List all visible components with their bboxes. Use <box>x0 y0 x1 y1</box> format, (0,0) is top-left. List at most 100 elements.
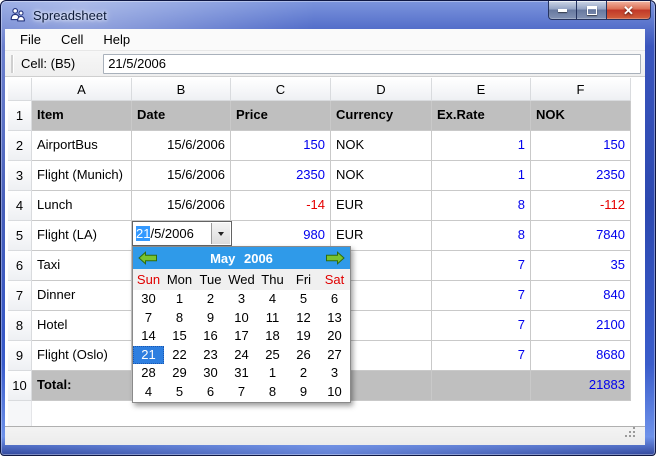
calendar-day[interactable]: 7 <box>133 309 164 328</box>
calendar-day[interactable]: 21 <box>133 345 164 364</box>
row-header-2[interactable]: 2 <box>8 131 32 161</box>
cell-E7[interactable]: 7 <box>432 281 531 311</box>
cell-A9[interactable]: Flight (Oslo) <box>32 341 132 371</box>
date-dropdown-button[interactable] <box>211 223 230 244</box>
calendar-day[interactable]: 30 <box>195 364 226 383</box>
menu-help[interactable]: Help <box>93 30 140 49</box>
calendar-day[interactable]: 1 <box>257 364 288 383</box>
calendar-day[interactable]: 17 <box>226 327 257 346</box>
calendar-day[interactable]: 11 <box>257 309 288 328</box>
calendar-day[interactable]: 1 <box>164 290 195 309</box>
cell-A4[interactable]: Lunch <box>32 191 132 221</box>
calendar-day[interactable]: 24 <box>226 346 257 365</box>
cell-F6[interactable]: 35 <box>531 251 631 281</box>
calendar-day[interactable]: 9 <box>195 309 226 328</box>
cell-F7[interactable]: 840 <box>531 281 631 311</box>
cell-F3[interactable]: 2350 <box>531 161 631 191</box>
cell-F9[interactable]: 8680 <box>531 341 631 371</box>
cell-C2[interactable]: 150 <box>231 131 331 161</box>
cell-C3[interactable]: 2350 <box>231 161 331 191</box>
prev-month-button[interactable] <box>138 250 158 265</box>
close-button[interactable]: ✕ <box>606 1 651 20</box>
calendar-day[interactable]: 18 <box>257 327 288 346</box>
maximize-button[interactable] <box>577 1 606 20</box>
cell-E9[interactable]: 7 <box>432 341 531 371</box>
cell-B4[interactable]: 15/6/2006 <box>132 191 231 221</box>
calendar-day[interactable]: 22 <box>164 346 195 365</box>
calendar-day[interactable]: 6 <box>195 383 226 402</box>
cell-B2[interactable]: 15/6/2006 <box>132 131 231 161</box>
calendar-day[interactable]: 3 <box>226 290 257 309</box>
column-header-C[interactable]: C <box>231 78 331 101</box>
calendar-day[interactable]: 20 <box>319 327 350 346</box>
cell-A10[interactable]: Total: <box>32 371 132 401</box>
calendar-day[interactable]: 9 <box>288 383 319 402</box>
cell-C4[interactable]: -14 <box>231 191 331 221</box>
cell-B1[interactable]: Date <box>132 101 231 131</box>
cell-D4[interactable]: EUR <box>331 191 432 221</box>
column-header-F[interactable]: F <box>531 78 631 101</box>
calendar-day[interactable]: 23 <box>195 346 226 365</box>
cell-A2[interactable]: AirportBus <box>32 131 132 161</box>
calendar-day[interactable]: 29 <box>164 364 195 383</box>
row-header-10[interactable]: 10 <box>8 371 32 401</box>
calendar-day[interactable]: 15 <box>164 327 195 346</box>
toolbar-handle[interactable] <box>11 54 13 73</box>
cell-E1[interactable]: Ex.Rate <box>432 101 531 131</box>
row-header-1[interactable]: 1 <box>8 101 32 131</box>
titlebar[interactable]: Spreadsheet ✕ <box>1 1 655 29</box>
calendar-day[interactable]: 3 <box>319 364 350 383</box>
cell-A7[interactable]: Dinner <box>32 281 132 311</box>
row-header-7[interactable]: 7 <box>8 281 32 311</box>
row-header-5[interactable]: 5 <box>8 221 32 251</box>
row-header-9[interactable]: 9 <box>8 341 32 371</box>
cell-D2[interactable]: NOK <box>331 131 432 161</box>
menu-file[interactable]: File <box>10 30 51 49</box>
cell-C1[interactable]: Price <box>231 101 331 131</box>
cell-F4[interactable]: -112 <box>531 191 631 221</box>
calendar-day[interactable]: 7 <box>226 383 257 402</box>
cell-F8[interactable]: 2100 <box>531 311 631 341</box>
resize-grip[interactable] <box>631 432 641 442</box>
calendar-day[interactable]: 25 <box>257 346 288 365</box>
cell-A5[interactable]: Flight (LA) <box>32 221 132 251</box>
calendar-day[interactable]: 12 <box>288 309 319 328</box>
calendar-day[interactable]: 8 <box>257 383 288 402</box>
calendar-day[interactable]: 30 <box>133 290 164 309</box>
menu-cell[interactable]: Cell <box>51 30 93 49</box>
column-header-E[interactable]: E <box>432 78 531 101</box>
cell-A6[interactable]: Taxi <box>32 251 132 281</box>
date-editor[interactable]: 21/5/2006 <box>132 221 232 246</box>
cell-E8[interactable]: 7 <box>432 311 531 341</box>
calendar-day[interactable]: 10 <box>319 383 350 402</box>
cell-E2[interactable]: 1 <box>432 131 531 161</box>
minimize-button[interactable] <box>548 1 577 20</box>
calendar-day[interactable]: 2 <box>195 290 226 309</box>
cell-A3[interactable]: Flight (Munich) <box>32 161 132 191</box>
cell-F5[interactable]: 7840 <box>531 221 631 251</box>
row-header-6[interactable]: 6 <box>8 251 32 281</box>
column-header-D[interactable]: D <box>331 78 432 101</box>
calendar-day[interactable]: 13 <box>319 309 350 328</box>
calendar-day[interactable]: 16 <box>195 327 226 346</box>
calendar-day[interactable]: 5 <box>288 290 319 309</box>
column-header-B[interactable]: B <box>132 78 231 101</box>
calendar-day[interactable]: 31 <box>226 364 257 383</box>
calendar-day[interactable]: 10 <box>226 309 257 328</box>
calendar-day[interactable]: 4 <box>133 383 164 402</box>
row-header-3[interactable]: 3 <box>8 161 32 191</box>
cell-D1[interactable]: Currency <box>331 101 432 131</box>
calendar-day[interactable]: 2 <box>288 364 319 383</box>
cell-F1[interactable]: NOK <box>531 101 631 131</box>
cell-E5[interactable]: 8 <box>432 221 531 251</box>
calendar-day[interactable]: 5 <box>164 383 195 402</box>
cell-A1[interactable]: Item <box>32 101 132 131</box>
calendar-day[interactable]: 19 <box>288 327 319 346</box>
cell-D3[interactable]: NOK <box>331 161 432 191</box>
corner-header-cell[interactable] <box>8 78 32 101</box>
cell-E6[interactable]: 7 <box>432 251 531 281</box>
row-header-4[interactable]: 4 <box>8 191 32 221</box>
cell-F2[interactable]: 150 <box>531 131 631 161</box>
calendar-day[interactable]: 4 <box>257 290 288 309</box>
column-header-A[interactable]: A <box>32 78 132 101</box>
